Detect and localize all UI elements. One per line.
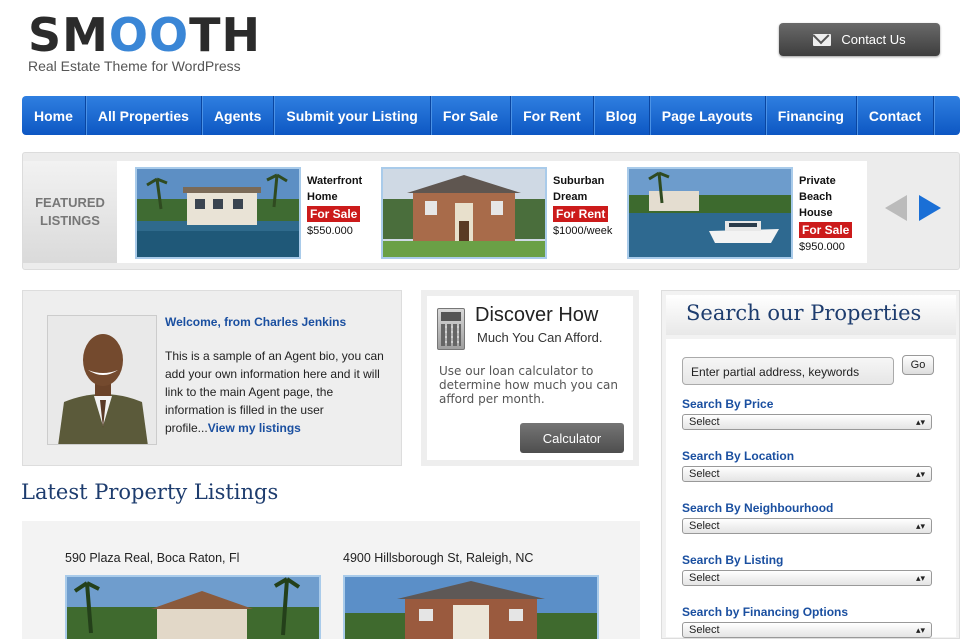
featured-info: Suburban Dream For Rent $1000/week xyxy=(553,173,625,239)
nav-item-all-properties[interactable]: All Properties xyxy=(86,96,202,135)
latest-listings-title: Latest Property Listings xyxy=(21,480,279,504)
search-header: Search our Properties xyxy=(666,295,956,335)
filter-label: Search By Location xyxy=(682,449,795,463)
filter-label: Search By Neighbourhood xyxy=(682,501,834,515)
filter-financing: Search by Financing Options Select ▴▾ xyxy=(682,605,932,638)
site-logo[interactable]: SMOOTH Real Estate Theme for WordPress xyxy=(28,10,261,74)
go-button[interactable]: Go xyxy=(902,355,934,375)
filter-price: Search By Price Select ▴▾ xyxy=(682,397,932,430)
calculator-subheading: Much You Can Afford. xyxy=(477,330,603,345)
filter-listing: Search By Listing Select ▴▾ xyxy=(682,553,932,586)
agent-photo xyxy=(47,315,157,445)
contact-us-button[interactable]: Contact Us xyxy=(779,23,940,56)
listing-image[interactable] xyxy=(65,575,321,639)
filter-label: Search By Listing xyxy=(682,553,784,567)
listing-image[interactable] xyxy=(343,575,599,639)
location-select[interactable]: Select ▴▾ xyxy=(682,466,932,482)
nav-item-agents[interactable]: Agents xyxy=(202,96,275,135)
prev-arrow-icon[interactable] xyxy=(885,195,907,221)
status-badge: For Sale xyxy=(307,206,361,222)
filter-location: Search By Location Select ▴▾ xyxy=(682,449,932,482)
latest-listings: 590 Plaza Real, Boca Raton, Fl 4900 Hill… xyxy=(22,521,640,639)
search-form: Enter partial address, keywords Go Searc… xyxy=(666,339,956,638)
updown-arrows-icon: ▴▾ xyxy=(915,417,925,427)
featured-title[interactable]: Waterfront Home xyxy=(307,173,379,205)
status-badge: For Sale xyxy=(799,222,853,238)
nav-item-home[interactable]: Home xyxy=(22,96,86,135)
listing-item[interactable]: 4900 Hillsborough St, Raleigh, NC xyxy=(343,551,599,639)
nav-item-for-rent[interactable]: For Rent xyxy=(511,96,594,135)
main-nav: Home All Properties Agents Submit your L… xyxy=(22,96,960,135)
contact-us-label: Contact Us xyxy=(841,32,906,47)
agent-welcome-title: Welcome, from Charles Jenkins xyxy=(165,315,347,329)
featured-price: $550.000 xyxy=(307,225,353,237)
featured-info: Private Beach House For Sale $950.000 xyxy=(799,173,871,255)
filter-label: Search by Financing Options xyxy=(682,605,849,619)
calculator-icon xyxy=(437,308,465,350)
featured-title[interactable]: Private Beach House xyxy=(799,173,871,221)
listing-select[interactable]: Select ▴▾ xyxy=(682,570,932,586)
mail-icon xyxy=(813,33,832,46)
featured-title[interactable]: Suburban Dream xyxy=(553,173,625,205)
agent-welcome: Welcome, from Charles Jenkins This is a … xyxy=(22,290,402,466)
financing-select[interactable]: Select ▴▾ xyxy=(682,622,932,638)
listing-item[interactable]: 590 Plaza Real, Boca Raton, Fl xyxy=(65,551,321,639)
nav-item-blog[interactable]: Blog xyxy=(594,96,650,135)
updown-arrows-icon: ▴▾ xyxy=(915,469,925,479)
featured-track: Waterfront Home For Sale $550.000 Suburb… xyxy=(117,161,867,263)
price-select[interactable]: Select ▴▾ xyxy=(682,414,932,430)
featured-info: Waterfront Home For Sale $550.000 xyxy=(307,173,379,239)
updown-arrows-icon: ▴▾ xyxy=(915,625,925,635)
featured-card[interactable]: Private Beach House For Sale $950.000 xyxy=(627,167,853,259)
view-listings-link[interactable]: View my listings xyxy=(208,421,301,435)
calculator-button[interactable]: Calculator xyxy=(520,423,624,453)
status-badge: For Rent xyxy=(553,206,609,222)
featured-price: $1000/week xyxy=(553,225,613,237)
listing-address[interactable]: 4900 Hillsborough St, Raleigh, NC xyxy=(343,551,599,565)
filter-label: Search By Price xyxy=(682,397,774,411)
next-arrow-icon[interactable] xyxy=(919,195,941,221)
agent-bio: This is a sample of an Agent bio, you ca… xyxy=(165,349,384,435)
featured-label: FEATURED LISTINGS xyxy=(23,161,117,263)
updown-arrows-icon: ▴▾ xyxy=(915,573,925,583)
property-search: Search our Properties Enter partial addr… xyxy=(661,290,960,639)
search-title: Search our Properties xyxy=(686,301,922,325)
nav-item-financing[interactable]: Financing xyxy=(766,96,857,135)
calculator-box: Discover How Much You Can Afford. Use ou… xyxy=(421,290,639,466)
logo-wordmark: SMOOTH xyxy=(28,8,262,62)
updown-arrows-icon: ▴▾ xyxy=(915,521,925,531)
filter-neighbourhood: Search By Neighbourhood Select ▴▾ xyxy=(682,501,932,534)
featured-card[interactable]: Waterfront Home For Sale $550.000 xyxy=(135,167,362,259)
site-tagline: Real Estate Theme for WordPress xyxy=(28,58,241,74)
calculator-text: Use our loan calculator to determine how… xyxy=(439,364,618,406)
listing-address[interactable]: 590 Plaza Real, Boca Raton, Fl xyxy=(65,551,321,565)
featured-card[interactable]: Suburban Dream For Rent $1000/week xyxy=(381,167,612,259)
nav-item-page-layouts[interactable]: Page Layouts xyxy=(650,96,766,135)
keyword-search-input[interactable]: Enter partial address, keywords xyxy=(682,357,894,385)
nav-item-contact[interactable]: Contact xyxy=(857,96,935,135)
nav-item-submit-listing[interactable]: Submit your Listing xyxy=(274,96,431,135)
calculator-heading: Discover How xyxy=(475,304,599,326)
featured-image[interactable] xyxy=(627,167,793,259)
nav-item-for-sale[interactable]: For Sale xyxy=(431,96,512,135)
featured-image[interactable] xyxy=(381,167,547,259)
featured-price: $950.000 xyxy=(799,241,845,253)
featured-listings: FEATURED LISTINGS Waterfront Home For Sale xyxy=(22,152,960,270)
featured-image[interactable] xyxy=(135,167,301,259)
neighbourhood-select[interactable]: Select ▴▾ xyxy=(682,518,932,534)
